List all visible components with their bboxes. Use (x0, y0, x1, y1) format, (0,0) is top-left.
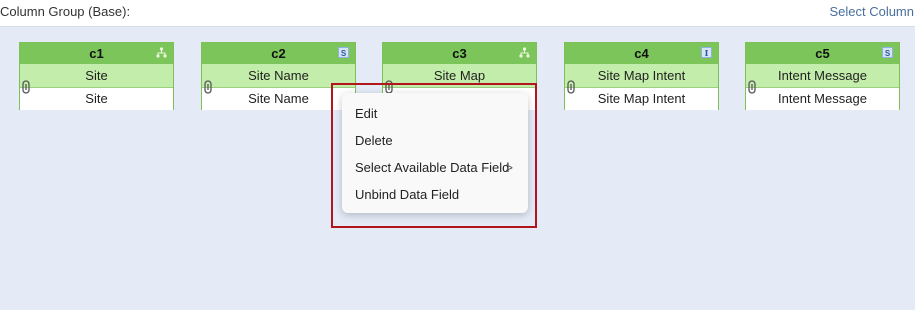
column-header[interactable]: c4 I (565, 43, 718, 64)
string-type-icon: S (338, 47, 349, 58)
column-bound-field[interactable]: Site Name (202, 88, 355, 110)
column-name: c1 (89, 46, 104, 61)
menu-item-label: Edit (355, 106, 378, 121)
context-menu: Edit Delete Select Available Data Field … (342, 93, 528, 213)
column-bound-field[interactable]: Site Map Intent (565, 88, 718, 110)
integer-type-icon: I (701, 47, 712, 58)
string-type-icon: S (882, 47, 893, 58)
column-card-c2[interactable]: c2 S Site Name Site Name (201, 42, 356, 110)
link-icon (748, 80, 756, 94)
column-header[interactable]: c5 S (746, 43, 899, 64)
column-group-header: Column Group (Base): Select Column (0, 0, 915, 27)
link-icon (385, 80, 393, 94)
column-name: c3 (452, 46, 467, 61)
column-field[interactable]: Site (20, 64, 173, 88)
menu-item-edit[interactable]: Edit (355, 106, 377, 121)
column-card-c4[interactable]: c4 I Site Map Intent Site Map Intent (564, 42, 719, 110)
column-header[interactable]: c3 (383, 43, 536, 64)
column-header[interactable]: c1 (20, 43, 173, 64)
column-bound-field[interactable]: Site (20, 88, 173, 110)
column-card-c5[interactable]: c5 S Intent Message Intent Message (745, 42, 900, 110)
column-name: c2 (271, 46, 286, 61)
column-field[interactable]: Site Name (202, 64, 355, 88)
select-columns-link[interactable]: Select Column (829, 4, 914, 19)
menu-item-select-available-data-field[interactable]: Select Available Data Field > (355, 160, 521, 175)
column-bound-field[interactable]: Intent Message (746, 88, 899, 110)
hierarchy-icon (519, 47, 530, 58)
link-icon (22, 80, 30, 94)
column-header[interactable]: c2 S (202, 43, 355, 64)
column-name: c4 (634, 46, 649, 61)
link-icon (204, 80, 212, 94)
menu-item-label: Select Available Data Field (355, 160, 510, 175)
hierarchy-icon (156, 47, 167, 58)
menu-item-delete[interactable]: Delete (355, 133, 393, 148)
column-group-title: Column Group (Base): (0, 4, 131, 19)
chevron-right-icon: > (505, 160, 513, 175)
column-name: c5 (815, 46, 830, 61)
column-field[interactable]: Intent Message (746, 64, 899, 88)
link-icon (567, 80, 575, 94)
column-field[interactable]: Site Map (383, 64, 536, 88)
menu-item-label: Unbind Data Field (355, 187, 460, 202)
menu-item-unbind-data-field[interactable]: Unbind Data Field (355, 187, 459, 202)
column-card-c1[interactable]: c1 Site Site (19, 42, 174, 110)
menu-item-label: Delete (355, 133, 393, 148)
column-field[interactable]: Site Map Intent (565, 64, 718, 88)
